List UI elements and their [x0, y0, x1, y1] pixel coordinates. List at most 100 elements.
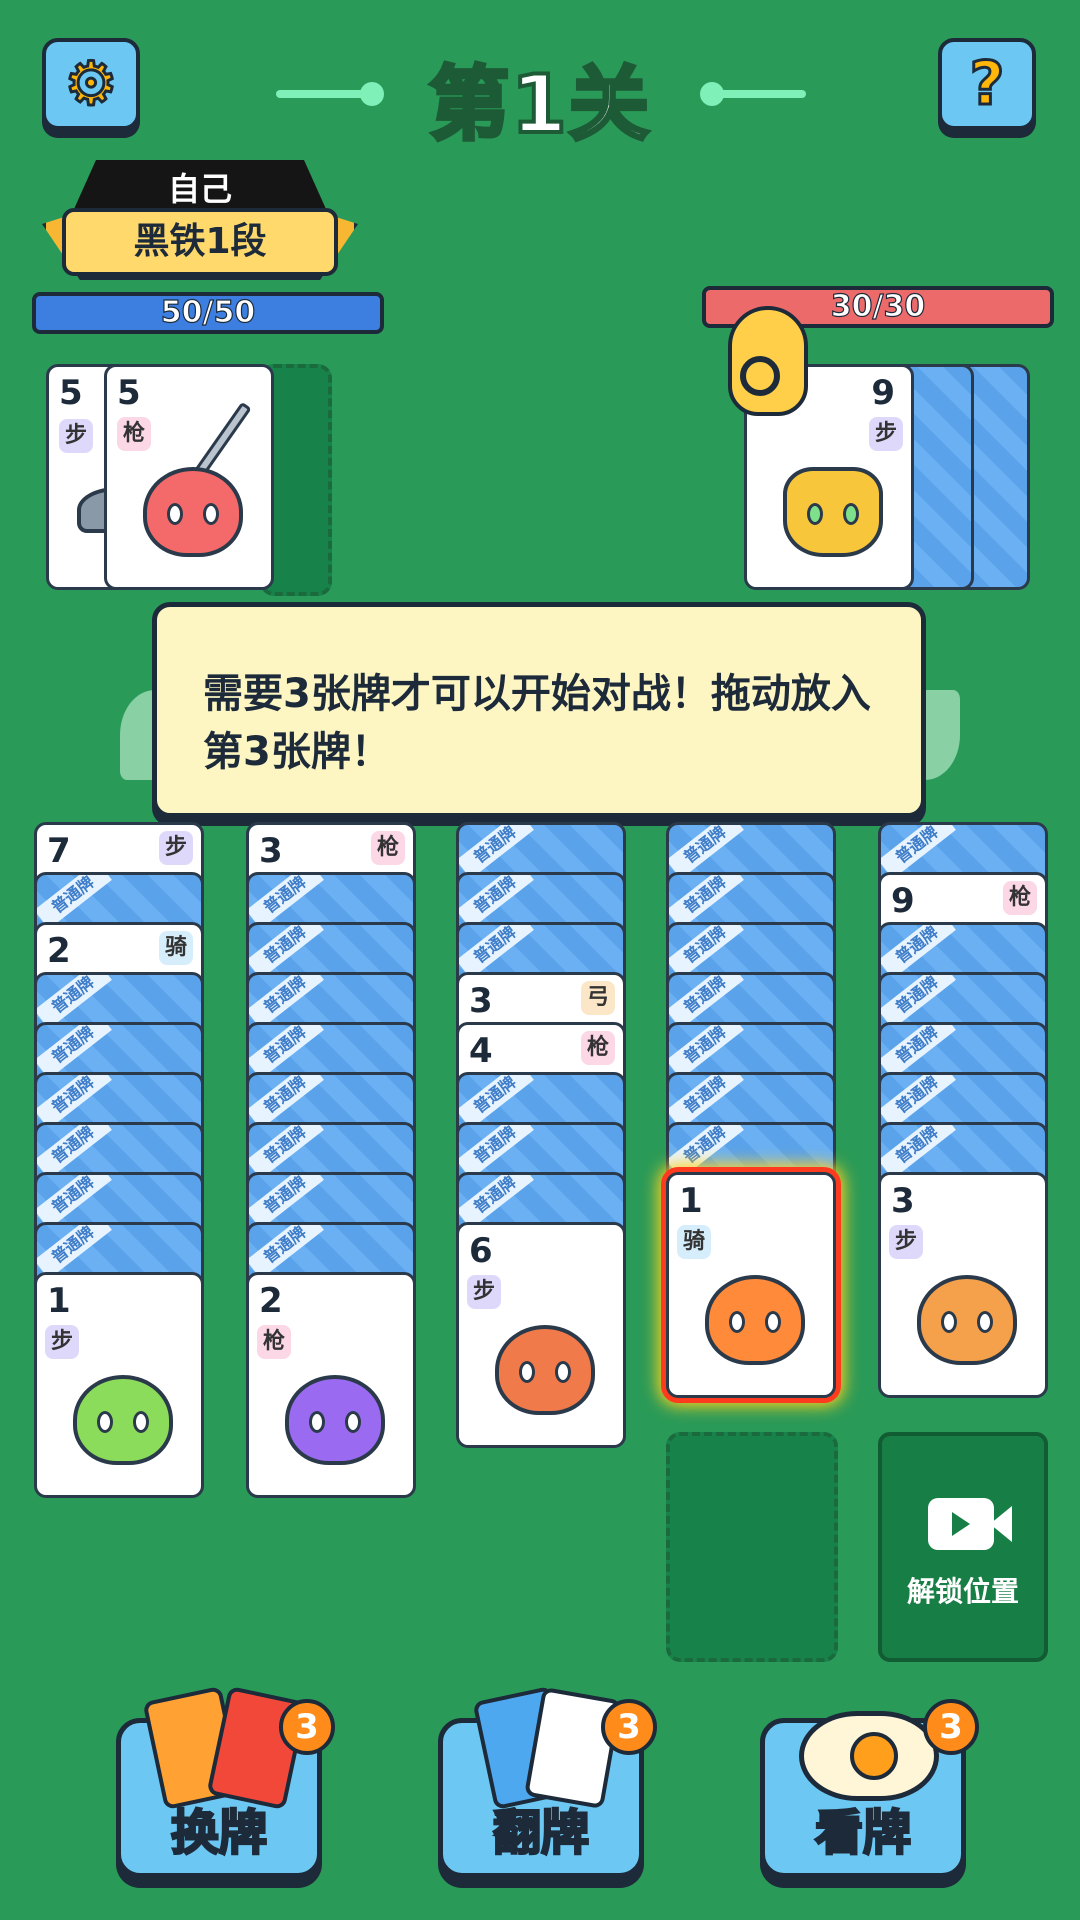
card-type: 步 — [869, 417, 903, 451]
card-character-art — [705, 1275, 805, 1365]
card-back-label: 普通牌 — [669, 975, 744, 1030]
card-back-label: 普通牌 — [881, 1025, 956, 1080]
card-number: 7 — [47, 831, 71, 871]
card-number: 9 — [871, 373, 895, 413]
card-back-label: 普通牌 — [249, 1175, 324, 1230]
column-top-card[interactable]: 1步 — [34, 1272, 204, 1498]
card-back-label: 普通牌 — [37, 1175, 112, 1230]
ok-hand-icon — [728, 306, 808, 416]
card-back-label: 普通牌 — [881, 1125, 956, 1180]
card-number: 1 — [47, 1281, 71, 1321]
card-back-label: 普通牌 — [459, 1175, 534, 1230]
card-type: 步 — [159, 831, 193, 865]
card-back-label: 普通牌 — [249, 1025, 324, 1080]
card-back-label: 普通牌 — [249, 1075, 324, 1130]
view-cards-button[interactable]: 看牌 3 — [760, 1699, 979, 1878]
tutorial-dialog: 需要3张牌才可以开始对战！拖动放入第3张牌！ — [152, 602, 926, 818]
swap-cards-label: 换牌 — [170, 1804, 269, 1863]
card-back-label: 普通牌 — [459, 825, 534, 880]
card-number: 3 — [891, 1181, 915, 1221]
card-type: 步 — [45, 1325, 79, 1359]
view-cards-count: 3 — [923, 1699, 979, 1755]
card-back-label: 普通牌 — [881, 925, 956, 980]
player-hand-card[interactable]: 5 枪 — [104, 364, 274, 590]
view-cards-label: 看牌 — [814, 1804, 913, 1863]
settings-button[interactable]: ⚙ — [42, 38, 140, 130]
flip-card-count: 3 — [601, 1699, 657, 1755]
column-top-card[interactable]: 3步 — [878, 1172, 1048, 1398]
card-back-label: 普通牌 — [249, 1225, 324, 1280]
eye-icon — [799, 1711, 939, 1801]
card-back-label: 普通牌 — [459, 925, 534, 980]
card-number: 2 — [259, 1281, 283, 1321]
card-back-label: 普通牌 — [37, 1225, 112, 1280]
card-back-label: 普通牌 — [669, 1075, 744, 1130]
column-top-card[interactable]: 6步 — [456, 1222, 626, 1448]
card-number: 6 — [469, 1231, 493, 1271]
flip-card-button[interactable]: 翻牌 3 — [438, 1685, 657, 1878]
card-number: 3 — [469, 981, 493, 1021]
title-decoration-dot-left — [360, 82, 384, 106]
card-type: 枪 — [371, 831, 405, 865]
swap-cards-count: 3 — [279, 1699, 335, 1755]
unlock-slot-label: 解锁位置 — [906, 1575, 1019, 1608]
card-type: 枪 — [581, 1031, 615, 1065]
card-number: 4 — [469, 1031, 493, 1071]
player-hp-text: 50/50 — [160, 295, 256, 330]
title-decoration-left — [276, 90, 372, 98]
card-back-label: 普通牌 — [881, 825, 956, 880]
card-back-label: 普通牌 — [37, 1075, 112, 1130]
card-back-label: 普通牌 — [249, 975, 324, 1030]
card-character-art — [143, 467, 243, 557]
gear-icon: ⚙ — [63, 48, 120, 121]
card-number: 1 — [679, 1181, 703, 1221]
card-character-art — [917, 1275, 1017, 1365]
card-back-label: 普通牌 — [669, 925, 744, 980]
card-back-label: 普通牌 — [459, 875, 534, 930]
card-number: 5 — [117, 373, 141, 413]
card-back-label: 普通牌 — [37, 875, 112, 930]
card-back-label: 普通牌 — [669, 875, 744, 930]
card-back-label: 普通牌 — [459, 1075, 534, 1130]
card-character-art — [285, 1375, 385, 1465]
flip-card-label: 翻牌 — [492, 1804, 591, 1863]
card-type: 步 — [467, 1275, 501, 1309]
card-type: 步 — [889, 1225, 923, 1259]
card-type: 步 — [59, 419, 93, 453]
card-type: 骑 — [677, 1225, 711, 1259]
card-character-art — [783, 467, 883, 557]
card-back-label: 普通牌 — [37, 975, 112, 1030]
card-back-label: 普通牌 — [459, 1125, 534, 1180]
card-back-label: 普通牌 — [249, 925, 324, 980]
card-back-label: 普通牌 — [249, 1125, 324, 1180]
card-character-art — [73, 1375, 173, 1465]
help-button[interactable]: ? — [938, 38, 1036, 130]
card-type: 弓 — [581, 981, 615, 1015]
card-number: 5 — [59, 373, 83, 413]
enemy-hp-text: 30/30 — [830, 289, 926, 324]
level-title: 第1关 — [427, 56, 651, 153]
card-type: 枪 — [1003, 881, 1037, 915]
title-decoration-right — [710, 90, 806, 98]
card-character-art — [495, 1325, 595, 1415]
card-number: 2 — [47, 931, 71, 971]
swap-cards-button[interactable]: 换牌 3 — [116, 1685, 335, 1878]
card-back-label: 普通牌 — [881, 975, 956, 1030]
card-type: 枪 — [117, 417, 151, 451]
selected-column-top-card[interactable]: 1骑 — [666, 1172, 836, 1398]
card-type: 骑 — [159, 931, 193, 965]
card-type: 枪 — [257, 1325, 291, 1359]
card-back-label: 普通牌 — [669, 1025, 744, 1080]
card-number: 9 — [891, 881, 915, 921]
player-rank: 黑铁1段 — [62, 208, 338, 276]
tutorial-message: 需要3张牌才可以开始对战！拖动放入第3张牌！ — [203, 671, 871, 775]
card-number: 3 — [259, 831, 283, 871]
unlock-slot-button[interactable]: 解锁位置 — [878, 1432, 1048, 1662]
question-icon: ? — [968, 48, 1006, 121]
empty-battle-slot[interactable] — [666, 1432, 838, 1662]
card-back-label: 普通牌 — [37, 1025, 112, 1080]
player-hp-bar: 50/50 — [32, 292, 384, 334]
column-top-card[interactable]: 2枪 — [246, 1272, 416, 1498]
card-back-label: 普通牌 — [37, 1125, 112, 1180]
card-back-label: 普通牌 — [881, 1075, 956, 1130]
